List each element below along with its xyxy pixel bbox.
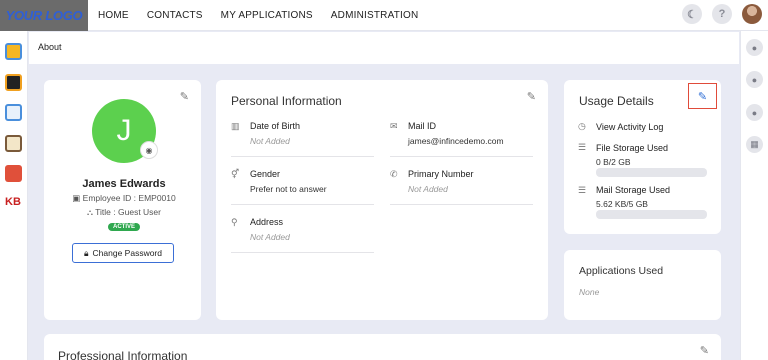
nav-administration[interactable]: ADMINISTRATION [331,10,419,21]
edit-usage-icon[interactable]: ✎ [688,83,717,109]
nav-contacts[interactable]: CONTACTS [147,10,203,21]
logo[interactable]: YOUR LOGO [0,0,88,31]
edit-professional-icon[interactable]: ✎ [700,344,709,357]
professional-info-card: Professional Information ✎ [44,334,721,360]
calendar-icon: ▥ [231,121,240,131]
job-title-text: Title : Guest User [95,207,161,217]
right-sidebar: ● ● ● ▦ [740,31,768,360]
gender-icon: ⚥ [231,169,240,179]
address-label: Address [250,217,284,227]
applications-used-value: None [579,287,600,297]
calendar-icon[interactable]: ▦ [746,136,763,153]
professional-info-title: Professional Information [58,349,188,360]
profile-card: ✎ J ◉ James Edwards ▣ Employee ID : EMP0… [44,80,201,320]
phone-icon: ✆ [390,169,398,179]
job-title: ⛬ Title : Guest User [44,207,204,218]
mail-storage-value: 5.62 KB/5 GB [596,199,648,209]
app-icon-3[interactable] [5,104,22,121]
file-storage-value: 0 B/2 GB [596,157,631,167]
app-icon-2[interactable] [5,74,22,91]
top-icons: ☾ ? [682,4,762,24]
mail-storage-bar [596,210,707,219]
kb-icon[interactable]: KB [5,196,21,208]
main-nav: HOME CONTACTS MY APPLICATIONS ADMINISTRA… [98,0,436,31]
employee-id: ▣ Employee ID : EMP0010 [44,193,204,204]
employee-id-text: Employee ID : EMP0010 [82,193,176,203]
change-password-button[interactable]: 🔒︎ Change Password [72,243,174,263]
app-icon-1[interactable] [5,43,22,60]
camera-icon[interactable]: ◉ [140,141,158,159]
group-icon[interactable]: ● [746,104,763,121]
divider [390,204,533,205]
breadcrumb-bar: About [29,32,739,64]
usage-title: Usage Details [579,94,654,108]
edit-profile-icon[interactable]: ✎ [180,90,189,103]
app-icon-5[interactable] [5,165,22,182]
lock-icon: 🔒︎ [84,247,89,258]
divider [231,156,374,157]
top-bar: YOUR LOGO HOME CONTACTS MY APPLICATIONS … [0,0,768,31]
file-storage-bar [596,168,707,177]
person-icon[interactable]: ● [746,71,763,88]
org-icon: ⛬ [87,207,96,217]
gender-label: Gender [250,169,281,179]
help-icon[interactable]: ? [712,4,732,24]
nav-home[interactable]: HOME [98,10,129,21]
dob-label: Date of Birth [250,121,301,131]
change-password-label: Change Password [92,248,162,258]
divider [231,252,374,253]
personal-info-title: Personal Information [231,94,342,108]
personal-info-card: Personal Information ✎ ▥ Date of Birth N… [216,80,548,320]
gender-value: Prefer not to answer [250,184,327,194]
address-value: Not Added [250,232,290,242]
user-avatar[interactable] [742,4,762,24]
applications-used-card: Applications Used None [564,250,721,320]
mail-icon: ✉ [390,121,398,131]
divider [390,156,533,157]
breadcrumb: About [38,42,62,52]
location-icon: ⚲ [231,217,238,227]
dob-value: Not Added [250,136,290,146]
nav-my-applications[interactable]: MY APPLICATIONS [221,10,313,21]
divider [231,204,374,205]
profile-name: James Edwards [82,178,166,190]
status-badge: ACTIVE [108,223,141,231]
chat-icon[interactable]: ● [746,39,763,56]
mail-value: james@infincedemo.com [408,136,504,146]
view-activity-log-link[interactable]: View Activity Log [596,122,663,132]
database-icon: ☰ [578,142,587,152]
phone-value: Not Added [408,184,448,194]
phone-label: Primary Number [408,169,474,179]
moon-icon[interactable]: ☾ [682,4,702,24]
usage-details-card: Usage Details ✎ ◷ View Activity Log ☰ Fi… [564,80,721,234]
avatar-initial: J [116,114,132,147]
left-sidebar: KB [0,31,28,360]
edit-personal-icon[interactable]: ✎ [527,90,536,103]
mail-storage-label: Mail Storage Used [596,185,671,195]
id-card-icon: ▣ [72,193,83,203]
mail-label: Mail ID [408,121,437,131]
database-icon: ☰ [578,185,587,195]
clock-icon: ◷ [578,121,586,131]
app-icon-4[interactable] [5,135,22,152]
applications-used-title: Applications Used [579,265,664,277]
file-storage-label: File Storage Used [596,143,669,153]
